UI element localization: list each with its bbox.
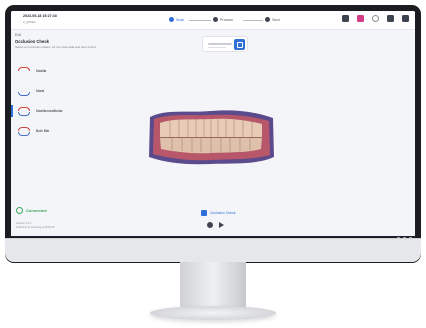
selected-marker	[11, 105, 13, 117]
teeth-scan-model[interactable]	[146, 107, 276, 167]
scan-controls	[207, 222, 224, 228]
view-mode-icon[interactable]	[234, 39, 245, 50]
help-icon[interactable]	[387, 15, 394, 22]
step-process-label: Process	[220, 17, 233, 22]
connection-status: Connected	[16, 207, 47, 214]
upper-jaw-icon	[17, 66, 31, 76]
step-save[interactable]: Save	[265, 17, 280, 22]
monitor-stand	[180, 262, 246, 310]
monitor-frame: 2023-05-18 15:27:43 2_gOhEn Scan Process…	[5, 5, 421, 263]
scan-step-icon	[169, 17, 174, 22]
color-toggle-icon[interactable]	[357, 15, 364, 22]
monitor-chin	[5, 238, 421, 262]
save-step-icon	[265, 17, 270, 22]
option-label: Both Bite	[36, 129, 50, 133]
view-toolbar	[202, 36, 248, 52]
occlusion-icon	[201, 210, 207, 216]
view-slider[interactable]	[208, 43, 232, 45]
monitor-base	[150, 306, 276, 320]
connected-label: Connected	[26, 208, 47, 213]
top-bar: 2023-05-18 15:27:43 2_gOhEn Scan Process…	[11, 11, 415, 30]
top-icon-group	[342, 15, 409, 22]
case-id: 2023-05-18 15:27:43	[23, 14, 57, 18]
step-connector	[189, 20, 211, 21]
both-jaws-icon	[17, 106, 31, 116]
lower-jaw-icon	[17, 87, 31, 96]
occlusion-label: Occlusion Check	[210, 211, 236, 215]
occlusion-check-button[interactable]: Occlusion Check	[201, 210, 235, 216]
close-icon[interactable]	[402, 15, 409, 22]
screenshot-icon[interactable]	[342, 15, 349, 22]
process-step-icon	[213, 17, 218, 22]
footer-info: Total time of scanning is 00:02:15	[16, 226, 55, 229]
panel-title: Occlusion Check	[15, 39, 49, 44]
step-scan-label: Scan	[176, 17, 185, 22]
option-maxillomandibular[interactable]: Maxillomandibular	[11, 105, 77, 117]
step-scan[interactable]: Scan	[169, 17, 184, 22]
case-name: 2_gOhEn	[23, 20, 36, 24]
option-both-bite[interactable]: Both Bite	[17, 125, 77, 137]
step-save-label: Save	[272, 17, 281, 22]
panel-subtitle: Select an occlusion pattern for the scan…	[15, 45, 96, 49]
footer-version: Version 1.0.0	[16, 222, 32, 225]
play-icon[interactable]	[219, 222, 224, 228]
connected-icon	[16, 207, 23, 214]
settings-icon[interactable]	[372, 15, 379, 22]
option-label: Maxilla	[36, 69, 47, 73]
option-mand[interactable]: Mand	[17, 85, 77, 97]
bite-icon	[17, 126, 31, 136]
view-slider-track	[208, 47, 226, 48]
record-icon[interactable]	[207, 222, 213, 228]
workflow-steps: Scan Process Save	[161, 16, 281, 26]
option-maxilla[interactable]: Maxilla	[17, 65, 77, 77]
back-button[interactable]: Exit	[15, 33, 21, 37]
option-label: Mand	[36, 89, 45, 93]
app-window: 2023-05-18 15:27:43 2_gOhEn Scan Process…	[11, 11, 415, 243]
option-label: Maxillomandibular	[36, 109, 63, 113]
step-connector	[243, 20, 263, 21]
step-process[interactable]: Process	[213, 17, 233, 22]
